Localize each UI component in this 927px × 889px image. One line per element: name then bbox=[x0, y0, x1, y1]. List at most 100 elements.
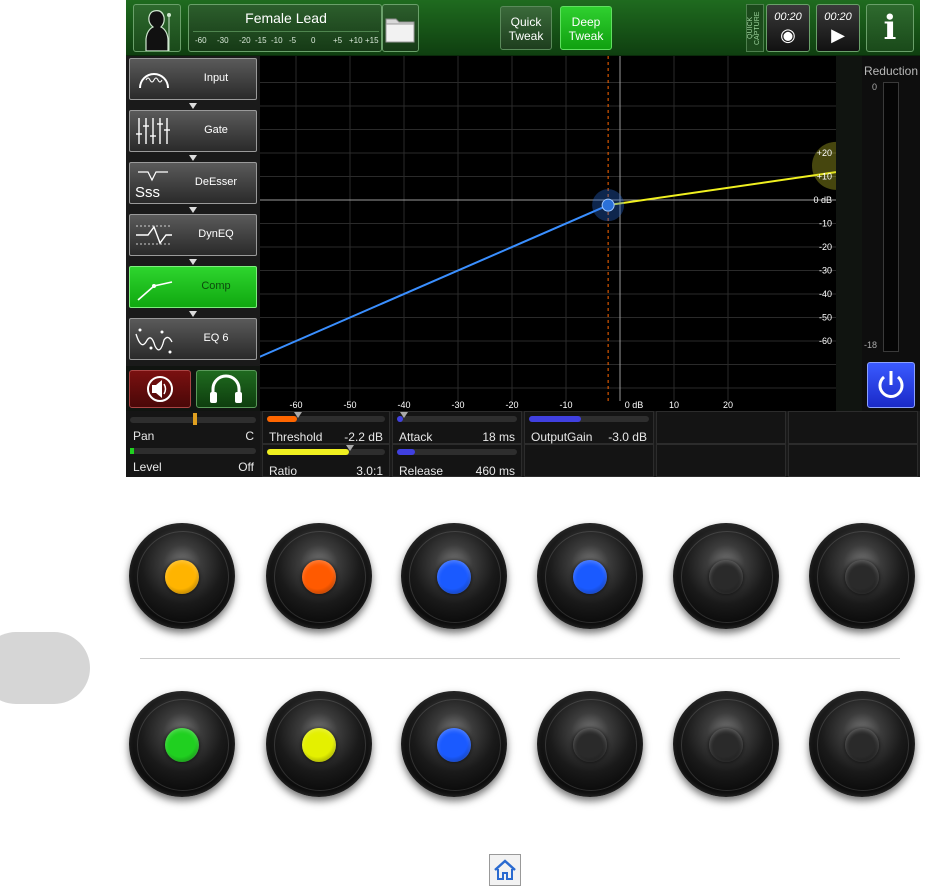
pan-level-area: Pan C Level Off bbox=[126, 411, 260, 477]
threshold-slider[interactable] bbox=[267, 412, 385, 422]
x-axis-tick-label: -40 bbox=[397, 400, 410, 410]
y-axis-tick-label: -40 bbox=[819, 289, 832, 299]
reduction-bar bbox=[883, 82, 899, 352]
x-axis-tick-label: -10 bbox=[559, 400, 572, 410]
module-eq6[interactable]: EQ 6 bbox=[129, 318, 257, 360]
knob-led-indicator bbox=[709, 728, 743, 762]
meter-tick: -5 bbox=[289, 36, 297, 45]
preset-display[interactable]: Female Lead -60 -30 -20 -15 -10 -5 0 +5 … bbox=[188, 4, 382, 52]
hardware-knob[interactable] bbox=[809, 691, 915, 797]
transfer-curve-plot[interactable]: -60 -50 -40 -30 -20 -10 0 dB 10 20 +20 +10 0 dB -10 -… bbox=[260, 56, 836, 411]
module-dyneq[interactable]: DynEQ bbox=[129, 214, 257, 256]
hardware-knob[interactable] bbox=[129, 523, 235, 629]
pan-slider[interactable] bbox=[130, 413, 256, 425]
knob-row-divider bbox=[140, 658, 900, 659]
hardware-knob[interactable] bbox=[809, 523, 915, 629]
attack-marker-icon bbox=[400, 412, 408, 418]
hardware-knob[interactable] bbox=[537, 523, 643, 629]
output-gain-param[interactable]: OutputGain -3.0 dB bbox=[524, 411, 654, 444]
attack-label: Attack bbox=[399, 430, 433, 444]
module-gate[interactable]: Gate bbox=[129, 110, 257, 152]
attack-slider[interactable] bbox=[397, 412, 517, 422]
singer-button[interactable] bbox=[133, 4, 181, 52]
home-icon bbox=[494, 859, 516, 880]
headphones-icon bbox=[210, 374, 242, 403]
release-slider[interactable] bbox=[397, 449, 517, 455]
play-timer: 00:20 bbox=[824, 11, 852, 23]
ratio-param[interactable]: Ratio 3.0:1 bbox=[262, 444, 390, 477]
knob-led-indicator bbox=[437, 560, 471, 594]
hardware-knob[interactable] bbox=[401, 691, 507, 797]
attack-value: 18 ms bbox=[482, 430, 515, 444]
hardware-knob[interactable] bbox=[673, 523, 779, 629]
threshold-fill bbox=[267, 416, 297, 422]
home-button[interactable] bbox=[489, 854, 521, 886]
quick-tweak-button[interactable]: Quick Tweak bbox=[500, 6, 552, 50]
knob-led-indicator bbox=[573, 728, 607, 762]
threshold-param[interactable]: Threshold -2.2 dB bbox=[262, 411, 390, 444]
hardware-knob[interactable] bbox=[129, 691, 235, 797]
reduction-meter: Reduction 0 -18 bbox=[862, 56, 920, 411]
hardware-knob[interactable] bbox=[537, 691, 643, 797]
y-axis-tick-label: +10 bbox=[817, 172, 832, 182]
y-axis-tick-label: -60 bbox=[819, 336, 832, 346]
bypass-power-button[interactable] bbox=[867, 362, 915, 408]
output-gain-slider[interactable] bbox=[529, 416, 649, 422]
reduction-title: Reduction bbox=[863, 64, 919, 78]
module-label: DeEsser bbox=[194, 176, 238, 188]
playback-button[interactable]: 00:20 ▶ bbox=[816, 4, 860, 52]
capture-button[interactable]: 00:20 ◉ bbox=[766, 4, 810, 52]
level-value: Off bbox=[238, 460, 254, 474]
x-axis-tick-label: 0 dB bbox=[625, 400, 644, 410]
hardware-knob[interactable] bbox=[266, 691, 372, 797]
pan-slider-handle[interactable] bbox=[193, 413, 197, 425]
mute-button[interactable] bbox=[129, 370, 191, 408]
compressor-graph[interactable]: -60 -50 -40 -30 -20 -10 0 dB 10 20 +20 +10 0 dB -10 -… bbox=[260, 56, 836, 411]
empty-param-slot bbox=[788, 444, 918, 477]
empty-param-slot bbox=[524, 444, 654, 477]
speaker-mute-icon bbox=[147, 376, 173, 402]
output-gain-value: -3.0 dB bbox=[608, 430, 647, 444]
deep-tweak-button[interactable]: Deep Tweak bbox=[560, 6, 612, 50]
release-value: 460 ms bbox=[475, 464, 515, 477]
pan-value: C bbox=[245, 429, 254, 443]
meter-tick: -20 bbox=[239, 36, 251, 45]
play-icon: ▶ bbox=[831, 25, 845, 46]
ratio-label: Ratio bbox=[269, 464, 298, 477]
level-slider-handle[interactable] bbox=[130, 448, 134, 454]
meter-tick: +5 bbox=[333, 36, 343, 45]
hardware-knob[interactable] bbox=[401, 523, 507, 629]
pan-label: Pan bbox=[133, 429, 155, 443]
page: Female Lead -60 -30 -20 -15 -10 -5 0 +5 … bbox=[0, 0, 927, 889]
threshold-value: -2.2 dB bbox=[344, 430, 383, 444]
knob-led-indicator bbox=[302, 728, 336, 762]
info-button[interactable]: i bbox=[866, 4, 914, 52]
capture-icon: ◉ bbox=[780, 25, 796, 46]
level-slider[interactable] bbox=[130, 448, 256, 454]
x-axis-tick-label: -50 bbox=[343, 400, 356, 410]
release-fill bbox=[397, 449, 415, 455]
knob-led-indicator bbox=[573, 560, 607, 594]
compressor-curve-icon bbox=[137, 281, 173, 301]
input-gauge-icon bbox=[139, 73, 169, 89]
y-axis-tick-label: -20 bbox=[819, 242, 832, 252]
attack-param[interactable]: Attack 18 ms bbox=[392, 411, 522, 444]
headphones-button[interactable] bbox=[196, 370, 257, 408]
chain-arrow-icon bbox=[189, 103, 197, 109]
hardware-knob[interactable] bbox=[266, 523, 372, 629]
y-axis-tick-label: +20 bbox=[817, 148, 832, 158]
knob-led-indicator bbox=[709, 560, 743, 594]
preset-folder-button[interactable] bbox=[382, 4, 419, 52]
ratio-value: 3.0:1 bbox=[356, 464, 383, 477]
capture-timer: 00:20 bbox=[774, 11, 802, 23]
meter-tick: -30 bbox=[217, 36, 229, 45]
release-param[interactable]: Release 460 ms bbox=[392, 444, 522, 477]
module-label: DynEQ bbox=[198, 228, 234, 240]
ratio-slider[interactable] bbox=[267, 445, 385, 455]
module-deesser[interactable]: Sss DeEsser bbox=[129, 162, 257, 204]
parameter-strip: Pan C Level Off Threshold -2.2 dB Ratio … bbox=[126, 411, 920, 477]
meter-tick: +15 bbox=[365, 36, 379, 45]
hardware-knob[interactable] bbox=[673, 691, 779, 797]
module-input[interactable]: Input bbox=[129, 58, 257, 100]
module-comp[interactable]: Comp bbox=[129, 266, 257, 308]
